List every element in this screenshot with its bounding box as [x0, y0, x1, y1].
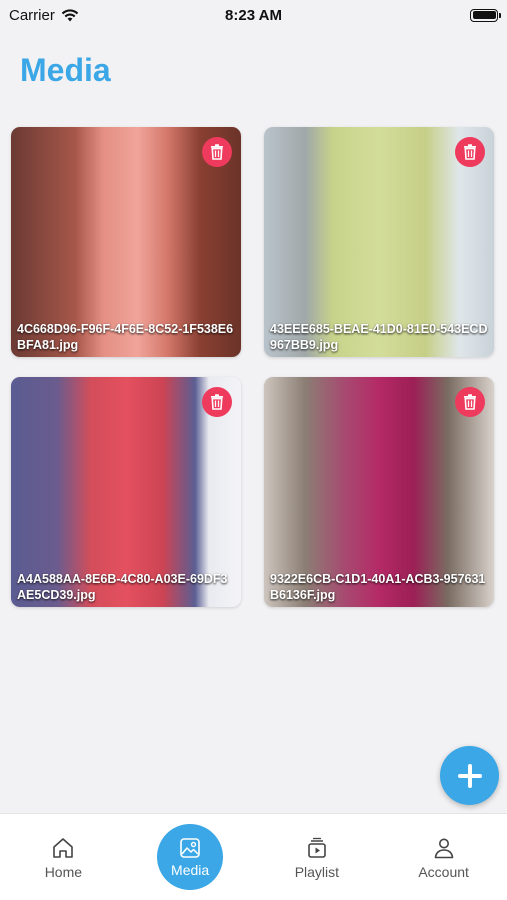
page-title: Media [20, 52, 111, 88]
tab-media-label: Media [171, 861, 210, 878]
delete-button[interactable] [455, 387, 485, 417]
tab-media[interactable]: Media [157, 824, 224, 890]
media-filename: 43EEE685-BEAE-41D0-81E0-543ECD967BB9.jpg [270, 322, 488, 352]
tab-media-wrap: Media [127, 814, 254, 900]
media-card[interactable]: 9322E6CB-C1D1-40A1-ACB3-957631B6136F.jpg [264, 377, 494, 607]
delete-button[interactable] [202, 137, 232, 167]
tab-account-label: Account [418, 864, 469, 880]
tab-home-label: Home [44, 864, 83, 880]
media-icon [180, 837, 200, 858]
media-filename: 9322E6CB-C1D1-40A1-ACB3-957631B6136F.jpg [270, 572, 486, 602]
tab-bar: Home Media Playlist Account [0, 813, 507, 900]
add-media-button[interactable] [440, 746, 499, 805]
status-left: Carrier [9, 7, 79, 24]
delete-button[interactable] [202, 387, 232, 417]
playlist-icon [308, 837, 326, 858]
home-icon [53, 838, 74, 858]
trash-icon [464, 144, 476, 160]
media-card[interactable]: 4C668D96-F96F-4F6E-8C52-1F538E6BFA81.jpg [11, 127, 241, 357]
trash-icon [211, 144, 223, 160]
wifi-icon [61, 8, 79, 21]
delete-button[interactable] [455, 137, 485, 167]
plus-icon [457, 763, 482, 788]
media-filename: 4C668D96-F96F-4F6E-8C52-1F538E6BFA81.jpg [17, 322, 234, 352]
account-icon [434, 838, 453, 859]
media-card[interactable]: 43EEE685-BEAE-41D0-81E0-543ECD967BB9.jpg [264, 127, 494, 357]
trash-icon [464, 394, 476, 410]
battery-icon [470, 8, 501, 22]
status-bar: Carrier 8:23 AM [0, 0, 507, 30]
tab-home[interactable]: Home [0, 814, 127, 900]
media-filename: A4A588AA-8E6B-4C80-A03E-69DF3AE5CD39.jpg [17, 572, 228, 602]
tab-account[interactable]: Account [380, 814, 507, 900]
tab-playlist-label: Playlist [294, 864, 340, 880]
media-card[interactable]: A4A588AA-8E6B-4C80-A03E-69DF3AE5CD39.jpg [11, 377, 241, 607]
tab-playlist[interactable]: Playlist [254, 814, 381, 900]
media-grid: 4C668D96-F96F-4F6E-8C52-1F538E6BFA81.jpg… [11, 127, 494, 607]
carrier-label: Carrier [9, 6, 55, 24]
trash-icon [211, 394, 223, 410]
